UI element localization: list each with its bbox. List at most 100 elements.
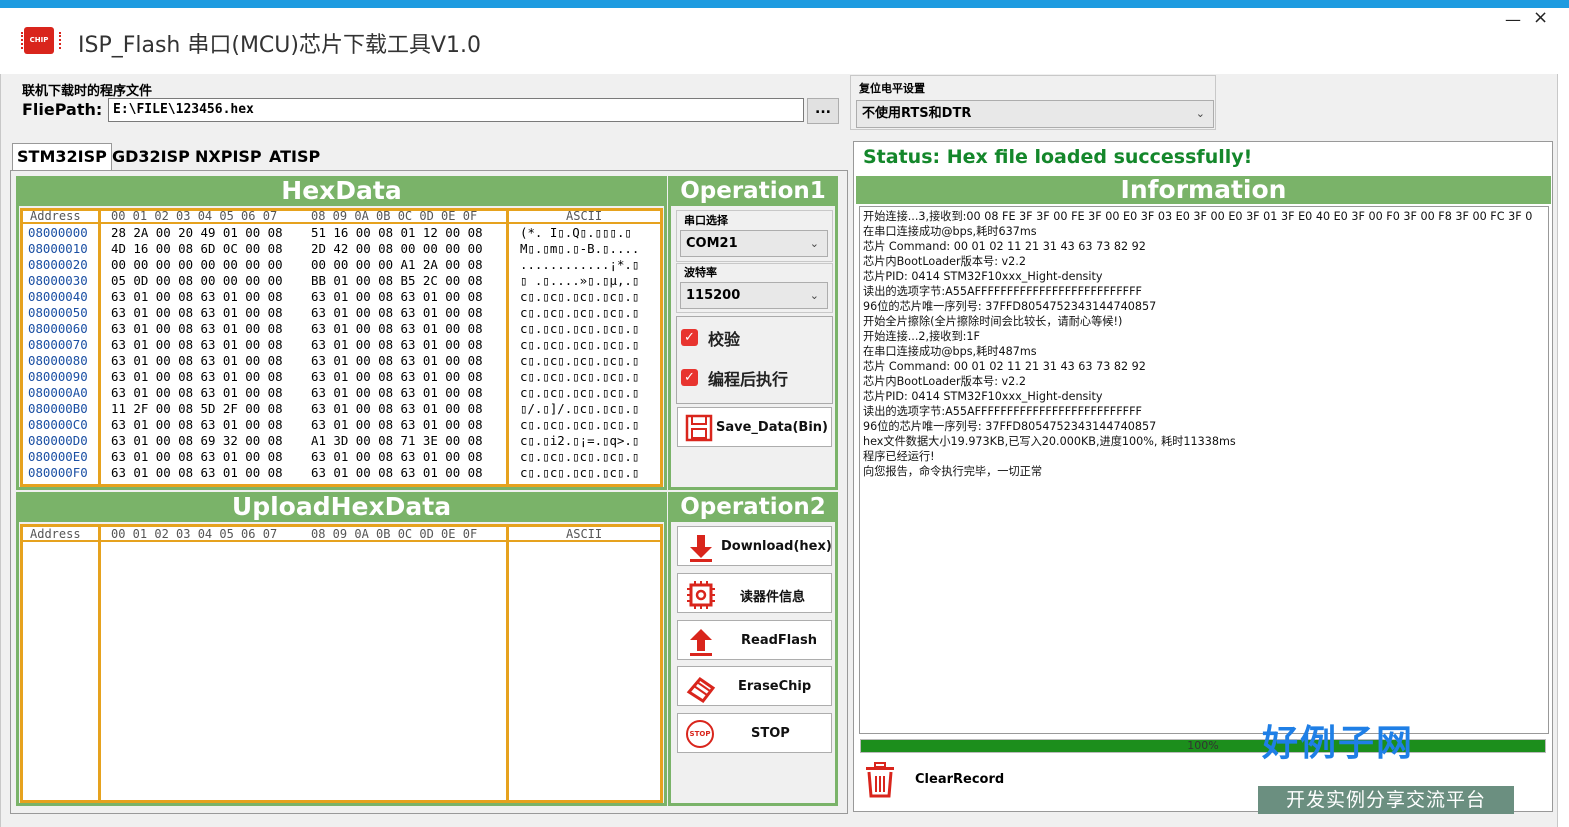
hex-row-ascii: c▯.▯c▯.▯c▯.▯c▯.▯ <box>520 337 640 352</box>
hex-row-bytes-a: 63 01 00 08 63 01 00 08 <box>111 369 283 384</box>
tab-atisp[interactable]: ATISP <box>265 144 324 170</box>
status-text: Status: Hex file loaded successfully! <box>863 146 1253 168</box>
baud-value: 115200 <box>686 288 741 303</box>
hex-row-address: 08000080 <box>28 353 88 368</box>
hex-row-address: 08000050 <box>28 305 88 320</box>
hex-row-ascii: c▯.▯c▯.▯c▯.▯c▯.▯ <box>520 465 640 480</box>
window-title: ISP_Flash 串口(MCU)芯片下载工具V1.0 <box>78 33 482 58</box>
hex-row-address: 080000D0 <box>28 433 88 448</box>
hex-row-bytes-a: 63 01 00 08 63 01 00 08 <box>111 321 283 336</box>
hex-row-bytes-a: 00 00 00 00 00 00 00 00 <box>111 257 283 272</box>
read-chip-info-button[interactable]: 读器件信息 <box>677 573 832 613</box>
download-hex-button[interactable]: Download(hex) <box>677 526 832 566</box>
erase-chip-button[interactable]: EraseChip <box>677 666 832 706</box>
upload-header-address: Address <box>30 527 81 541</box>
trash-icon <box>866 762 894 798</box>
log-line: 读出的选项字节:A55AFFFFFFFFFFFFFFFFFFFFFFFFFF <box>863 285 1142 298</box>
hexdata-header-bytes-a: 00 01 02 03 04 05 06 07 <box>111 209 278 223</box>
hex-row: 08000040 63 01 00 08 63 01 00 08 63 01 00 … <box>28 289 660 305</box>
browse-button[interactable]: ... <box>807 98 839 124</box>
log-line: hex文件数据大小19.973KB,已写入20.000KB,进度100%, 耗时… <box>863 435 1236 448</box>
hex-row-bytes-b: 63 01 00 08 63 01 00 08 <box>311 369 483 384</box>
hex-row-address: 08000060 <box>28 321 88 336</box>
hex-row-ascii: ............¡*.▯ <box>520 257 640 272</box>
hex-row-address: 080000C0 <box>28 417 88 432</box>
verify-label: 校验 <box>708 330 741 349</box>
upload-header-bytes-b: 08 09 0A 0B 0C 0D 0E 0F <box>311 527 478 541</box>
verify-checkbox[interactable]: ✓ <box>681 329 698 346</box>
tab-nxpisp[interactable]: NXPISP <box>191 144 266 170</box>
hex-row-bytes-a: 63 01 00 08 63 01 00 08 <box>111 305 283 320</box>
save-data-bin-button[interactable]: Save_Data(Bin) <box>677 407 832 447</box>
hex-row-ascii: c▯.▯c▯.▯c▯.▯c▯.▯ <box>520 385 640 400</box>
hex-row-bytes-a: 63 01 00 08 63 01 00 08 <box>111 385 283 400</box>
information-log[interactable]: 开始连接...3,接收到:00 08 FE 3F 3F 00 FE 3F 00 … <box>859 206 1549 734</box>
hex-row-bytes-a: 63 01 00 08 63 01 00 08 <box>111 417 283 432</box>
port-value: COM21 <box>686 236 738 251</box>
download-hex-label: Download(hex) <box>721 539 832 554</box>
hex-row: 080000C0 63 01 00 08 63 01 00 08 63 01 00 … <box>28 417 660 433</box>
reset-level-select[interactable]: 不使用RTS和DTR ⌄ <box>856 100 1214 128</box>
log-line: 96位的芯片唯一序列号: 37FFD8054752343144740857 <box>863 420 1157 433</box>
read-flash-button[interactable]: ReadFlash <box>677 620 832 660</box>
hex-row-bytes-a: 63 01 00 08 69 32 00 08 <box>111 433 283 448</box>
tab-stm32isp[interactable]: STM32ISP <box>12 143 112 170</box>
hex-row: 08000080 63 01 00 08 63 01 00 08 63 01 00 … <box>28 353 660 369</box>
hex-row-ascii: c▯.▯c▯.▯c▯.▯c▯.▯ <box>520 353 640 368</box>
hex-row-bytes-a: 63 01 00 08 63 01 00 08 <box>111 465 283 480</box>
upload-hexdata-grid[interactable] <box>20 524 663 803</box>
minimize-button[interactable]: — <box>1505 10 1521 29</box>
hex-row-address: 08000000 <box>28 225 88 240</box>
hex-row-bytes-a: 63 01 00 08 63 01 00 08 <box>111 289 283 304</box>
log-line: 芯片内BootLoader版本号: v2.2 <box>863 375 1026 388</box>
log-line: 芯片 Command: 00 01 02 11 21 31 43 63 73 8… <box>863 240 1146 253</box>
hex-row-bytes-b: 63 01 00 08 63 01 00 08 <box>311 401 483 416</box>
filepath-input[interactable]: E:\FILE\123456.hex <box>108 98 804 122</box>
reset-level-value: 不使用RTS和DTR <box>862 106 972 121</box>
hex-row-address: 08000010 <box>28 241 88 256</box>
watermark-subtitle: 开发实例分享交流平台 <box>1258 786 1514 814</box>
hex-row-bytes-b: 00 00 00 00 A1 2A 00 08 <box>311 257 483 272</box>
upload-column-divider <box>98 524 101 803</box>
clear-record-button[interactable] <box>863 762 897 798</box>
stop-button[interactable]: STOP STOP <box>677 713 832 753</box>
save-data-bin-label: Save_Data(Bin) <box>716 420 828 435</box>
hex-row-bytes-b: 63 01 00 08 63 01 00 08 <box>311 449 483 464</box>
program-file-section-label: 联机下载时的程序文件 <box>22 84 153 99</box>
hex-row-bytes-a: 11 2F 00 08 5D 2F 00 08 <box>111 401 283 416</box>
hex-row-ascii: (*. I▯.Q▯.▯▯▯.▯ <box>520 225 632 240</box>
log-line: 在串口连接成功@bps,耗时637ms <box>863 225 1037 238</box>
progress-bar: 100% <box>860 739 1546 753</box>
tab-gd32isp[interactable]: GD32ISP <box>108 144 194 170</box>
close-button[interactable]: × <box>1533 7 1548 28</box>
hex-row-bytes-b: 63 01 00 08 63 01 00 08 <box>311 321 483 336</box>
port-select[interactable]: COM21 ⌄ <box>680 230 828 257</box>
hex-row-ascii: ▯/.▯]/.▯c▯.▯c▯.▯ <box>520 401 640 416</box>
run-after-program-checkbox[interactable]: ✓ <box>681 369 698 386</box>
hex-row-bytes-a: 63 01 00 08 63 01 00 08 <box>111 337 283 352</box>
upload-arrow-icon <box>690 629 712 656</box>
upload-hexdata-title: UploadHexData <box>16 492 667 522</box>
hex-row: 08000020 00 00 00 00 00 00 00 00 00 00 00 … <box>28 257 660 273</box>
hex-row-address: 08000090 <box>28 369 88 384</box>
log-lines: 开始连接...3,接收到:00 08 FE 3F 3F 00 FE 3F 00 … <box>860 207 1548 479</box>
hex-row-address: 08000070 <box>28 337 88 352</box>
chip-icon: CHIP <box>21 27 61 54</box>
log-line: 芯片PID: 0414 STM32F10xxx_Hight-density <box>863 270 1103 283</box>
hex-row-address: 080000B0 <box>28 401 88 416</box>
hex-row-ascii: c▯.▯c▯.▯c▯.▯c▯.▯ <box>520 449 640 464</box>
hex-row-ascii: ▯ .▯....»▯.▯µ,.▯ <box>520 273 640 288</box>
hex-row-bytes-b: 63 01 00 08 63 01 00 08 <box>311 465 483 480</box>
log-line: 开始连接...2,接收到:1F <box>863 330 980 343</box>
chip-info-icon <box>687 581 715 609</box>
hex-row: 08000060 63 01 00 08 63 01 00 08 63 01 00 … <box>28 321 660 337</box>
baud-select[interactable]: 115200 ⌄ <box>680 282 828 309</box>
progress-text: 100% <box>1187 739 1219 752</box>
hex-row: 080000A0 63 01 00 08 63 01 00 08 63 01 00 … <box>28 385 660 401</box>
hex-row: 08000070 63 01 00 08 63 01 00 08 63 01 00 … <box>28 337 660 353</box>
log-line: 读出的选项字节:A55AFFFFFFFFFFFFFFFFFFFFFFFFFF <box>863 405 1142 418</box>
upload-header-bytes-a: 00 01 02 03 04 05 06 07 <box>111 527 278 541</box>
baud-label: 波特率 <box>684 266 717 279</box>
hex-row-bytes-a: 28 2A 00 20 49 01 00 08 <box>111 225 283 240</box>
clear-record-label[interactable]: ClearRecord <box>915 772 1004 787</box>
